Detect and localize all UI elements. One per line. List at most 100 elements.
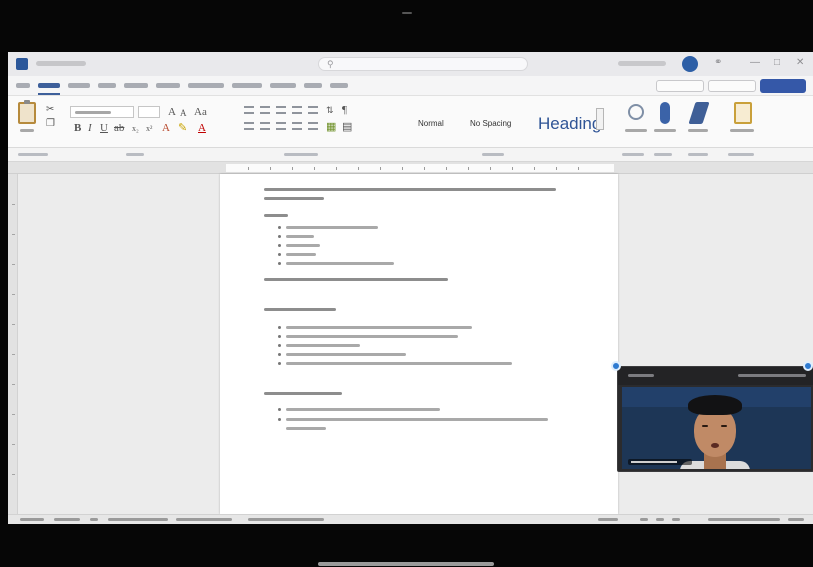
list-item	[286, 253, 316, 256]
list-bullet	[278, 326, 281, 329]
copy-icon[interactable]: ❐	[46, 118, 55, 129]
tab-insert[interactable]	[68, 83, 90, 88]
list-bullet	[278, 253, 281, 256]
justify-icon[interactable]	[292, 122, 302, 130]
web-layout-icon[interactable]	[672, 518, 680, 521]
list-bullet	[278, 235, 281, 238]
video-call-overlay[interactable]	[617, 366, 813, 472]
align-left-icon[interactable]	[244, 122, 254, 130]
document-title[interactable]	[36, 61, 86, 66]
section-heading	[264, 392, 342, 395]
font-name-box[interactable]	[70, 106, 134, 118]
tab-file[interactable]	[16, 83, 30, 88]
shrink-font-icon[interactable]: A	[180, 108, 187, 119]
grow-font-icon[interactable]: A	[168, 107, 176, 118]
sort-icon[interactable]: ⇅	[326, 105, 334, 116]
italic-icon[interactable]: I	[88, 123, 92, 134]
numbering-icon[interactable]	[260, 106, 270, 114]
tab-home[interactable]	[38, 83, 60, 88]
tab-mailings[interactable]	[232, 83, 262, 88]
shading-icon[interactable]: ▦	[326, 122, 336, 133]
active-tab-indicator	[38, 93, 60, 95]
list-bullet	[278, 408, 281, 411]
find-icon[interactable]	[628, 104, 644, 120]
superscript-icon[interactable]: x²	[146, 123, 152, 134]
list-item	[286, 353, 406, 356]
maximize-icon[interactable]: □	[774, 58, 780, 68]
borders-icon[interactable]: ▤	[342, 122, 352, 133]
paragraph-line	[264, 188, 556, 191]
decrease-indent-icon[interactable]	[292, 106, 302, 114]
zoom-slider[interactable]	[708, 518, 780, 521]
list-item	[286, 262, 394, 265]
editor-group-label	[688, 153, 708, 156]
show-formatting-icon[interactable]: ¶	[342, 105, 347, 116]
bold-icon[interactable]: B	[74, 123, 81, 134]
font-size-box[interactable]	[138, 106, 160, 118]
help-icon[interactable]: ⚭	[714, 58, 722, 68]
editor-pen-icon[interactable]	[688, 102, 710, 124]
camera-notch	[402, 12, 412, 14]
style-no-spacing[interactable]: No Spacing	[470, 120, 511, 128]
paragraph-line	[264, 197, 324, 200]
editing-mode-button[interactable]	[708, 80, 756, 92]
subscript-icon[interactable]: x₂	[132, 123, 139, 134]
language[interactable]	[108, 518, 168, 521]
read-mode-icon[interactable]	[640, 518, 648, 521]
tab-design[interactable]	[124, 83, 148, 88]
minimize-icon[interactable]: —	[750, 58, 760, 68]
accessibility[interactable]	[176, 518, 232, 521]
voice-group-label	[654, 153, 672, 156]
word-logo-icon	[16, 58, 28, 70]
list-item	[286, 344, 360, 347]
close-icon[interactable]: ✕	[796, 58, 804, 68]
style-heading[interactable]: Heading	[538, 115, 601, 132]
text-effects-icon[interactable]: A	[162, 123, 170, 134]
focus-mode[interactable]	[598, 518, 618, 521]
tab-help[interactable]	[330, 83, 348, 88]
page-count	[20, 518, 44, 521]
comments-button[interactable]	[656, 80, 704, 92]
underline-icon[interactable]: U	[100, 123, 108, 134]
avatar[interactable]	[682, 56, 698, 72]
tab-draw[interactable]	[98, 83, 116, 88]
line-spacing-icon[interactable]	[308, 122, 318, 130]
zoom-level[interactable]	[788, 518, 804, 521]
home-indicator[interactable]	[318, 562, 494, 566]
align-center-icon[interactable]	[260, 122, 270, 130]
list-heading	[264, 214, 288, 217]
video-call-timer	[628, 374, 654, 377]
list-bullet	[278, 353, 281, 356]
list-item	[286, 408, 440, 411]
search-box[interactable]: ⚲	[318, 57, 528, 71]
list-bullet	[278, 418, 281, 421]
paste-icon[interactable]	[18, 100, 36, 124]
list-bullet	[278, 362, 281, 365]
overlay-resize-handle-right[interactable]	[803, 361, 813, 371]
tab-review[interactable]	[270, 83, 296, 88]
align-right-icon[interactable]	[276, 122, 286, 130]
list-item	[286, 235, 314, 238]
font-color-icon[interactable]: A	[198, 123, 206, 134]
strikethrough-icon[interactable]: ab	[114, 123, 124, 134]
editor-label	[688, 129, 708, 132]
cut-icon[interactable]: ✂	[46, 104, 54, 115]
bullets-icon[interactable]	[244, 106, 254, 114]
editor-suggestions[interactable]	[248, 518, 324, 521]
print-layout-icon[interactable]	[656, 518, 664, 521]
document-page[interactable]	[220, 174, 618, 514]
styles-more-button[interactable]	[596, 108, 604, 130]
tab-layout[interactable]	[156, 83, 180, 88]
multilevel-list-icon[interactable]	[276, 106, 286, 114]
share-button[interactable]	[760, 79, 806, 93]
change-case-icon[interactable]: Aa	[194, 107, 207, 118]
highlight-icon[interactable]: ✎	[178, 123, 187, 134]
add-ins-icon[interactable]	[734, 102, 752, 124]
tab-references[interactable]	[188, 83, 224, 88]
microphone-icon[interactable]	[660, 102, 670, 124]
tab-view[interactable]	[304, 83, 322, 88]
increase-indent-icon[interactable]	[308, 106, 318, 114]
proofing-icon[interactable]	[90, 518, 98, 521]
style-normal[interactable]: Normal	[418, 120, 444, 128]
overlay-resize-handle-left[interactable]	[611, 361, 621, 371]
